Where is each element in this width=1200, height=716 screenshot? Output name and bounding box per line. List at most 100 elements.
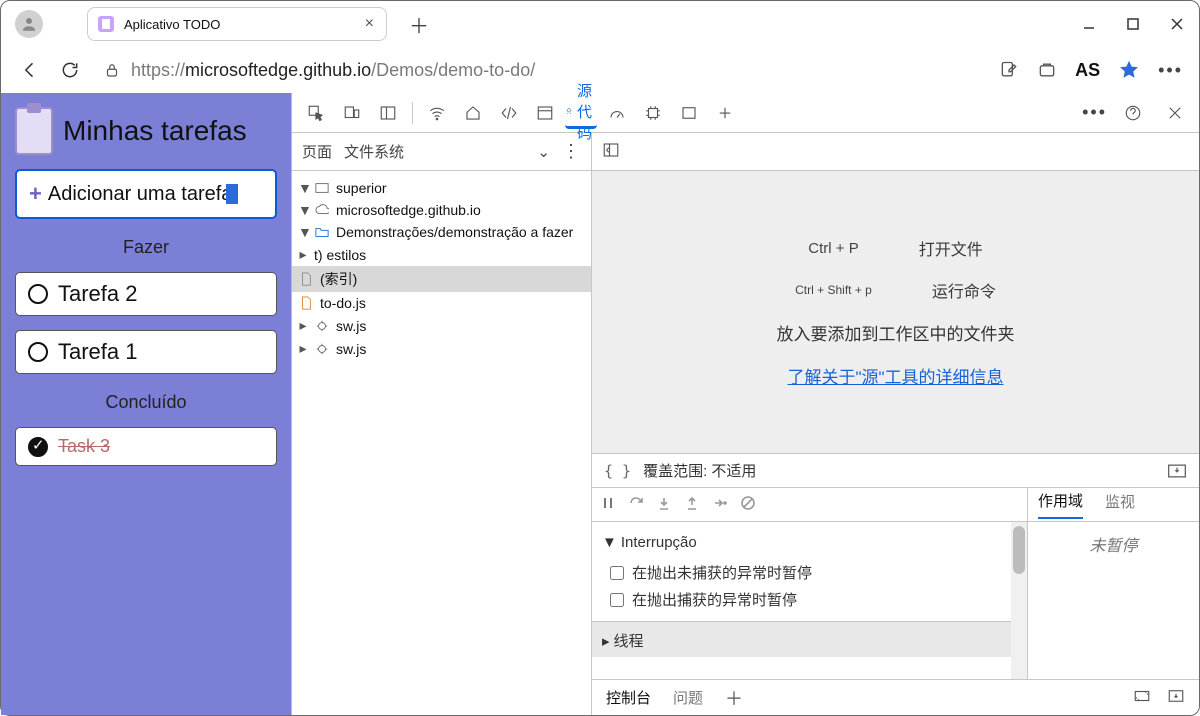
app-install-icon[interactable] <box>1037 60 1057 80</box>
editor-empty-state: Ctrl + P打开文件 Ctrl + Shift + p运行命令 放入要添加到… <box>592 171 1199 453</box>
tree-sw1[interactable]: ▸sw.js <box>292 314 591 337</box>
address-bar: https://microsoftedge.github.io/Demos/de… <box>1 47 1199 93</box>
profile-avatar[interactable] <box>15 10 43 38</box>
edit-page-icon[interactable] <box>999 60 1019 80</box>
devtools-menu-icon[interactable]: ••• <box>1082 102 1107 123</box>
drawer-expand-icon[interactable] <box>1133 687 1151 709</box>
task-checkbox[interactable] <box>28 342 48 362</box>
scope-tab[interactable]: 作用域 <box>1038 490 1083 519</box>
page-tab[interactable]: 页面 <box>302 141 332 162</box>
pretty-print-icon[interactable]: { } <box>604 462 631 480</box>
done-section-label: Concluído <box>15 392 277 413</box>
todo-section-label: Fazer <box>15 237 277 258</box>
minimize-button[interactable] <box>1081 16 1097 32</box>
toggle-navigator-icon[interactable] <box>602 141 620 162</box>
favorite-star-icon[interactable] <box>1118 59 1140 81</box>
add-task-input[interactable]: + Adicionar uma tarefa <box>15 169 277 219</box>
plus-icon: + <box>29 181 42 207</box>
download-icon[interactable] <box>1167 463 1187 479</box>
browser-menu-icon[interactable]: ••• <box>1158 60 1183 81</box>
performance-icon[interactable] <box>601 97 633 129</box>
tree-file-todojs[interactable]: to-do.js <box>292 292 591 314</box>
app-title: Minhas tarefas <box>63 115 247 147</box>
task-checkbox[interactable] <box>28 284 48 304</box>
add-tab-icon[interactable] <box>709 97 741 129</box>
console-drawer-tab[interactable]: 控制台 <box>606 687 651 708</box>
tab-close-icon[interactable]: × <box>365 15 374 33</box>
pause-uncaught-checkbox[interactable]: 在抛出未捕获的异常时暂停 <box>602 559 1017 586</box>
add-drawer-tab[interactable]: ＋ <box>725 685 743 711</box>
devtools-panel: 源代码 ••• 页面 文件系统 ⌄ ⋮ ▼superior <box>291 93 1199 715</box>
tree-file-index[interactable]: (索引) <box>292 266 591 292</box>
todo-app-panel: Minhas tarefas + Adicionar uma tarefa Fa… <box>1 93 291 715</box>
filesystem-tab[interactable]: 文件系统 <box>344 141 404 162</box>
back-button[interactable] <box>17 57 43 83</box>
editor-pane: Ctrl + P打开文件 Ctrl + Shift + p运行命令 放入要添加到… <box>592 133 1199 715</box>
url-display[interactable]: https://microsoftedge.github.io/Demos/de… <box>103 60 535 81</box>
drawer-dock-icon[interactable] <box>1167 687 1185 709</box>
network-conditions-icon[interactable] <box>421 97 453 129</box>
inspect-element-icon[interactable] <box>300 97 332 129</box>
help-icon[interactable] <box>1117 97 1149 129</box>
chevron-down-icon[interactable]: ⌄ <box>537 143 550 161</box>
application-icon[interactable] <box>529 97 561 129</box>
scrollbar[interactable] <box>1011 522 1027 679</box>
browser-tab[interactable]: Aplicativo TODO × <box>87 7 387 41</box>
tree-host[interactable]: ▼microsoftedge.github.io <box>292 199 591 221</box>
home-icon[interactable] <box>457 97 489 129</box>
run-command-shortcut: Ctrl + Shift + p <box>795 283 872 297</box>
task-checkbox-checked[interactable] <box>28 437 48 457</box>
tab-title: Aplicativo TODO <box>124 17 220 32</box>
navigator-menu-icon[interactable]: ⋮ <box>562 141 581 162</box>
open-file-shortcut: Ctrl + P <box>808 240 858 257</box>
task-text: Task 3 <box>58 436 110 457</box>
memory-icon[interactable] <box>637 97 669 129</box>
breakpoints-header[interactable]: ▼Interrupção <box>602 534 1017 551</box>
step-over-icon[interactable] <box>628 495 644 514</box>
add-task-label: Adicionar uma tarefa <box>48 183 233 206</box>
step-out-icon[interactable] <box>684 495 700 514</box>
watch-tab[interactable]: 监视 <box>1105 491 1135 518</box>
task-item-done[interactable]: Task 3 <box>15 427 277 466</box>
threads-header[interactable]: ▸线程 <box>592 621 1027 657</box>
close-window-button[interactable] <box>1169 16 1185 32</box>
panel-toggle-icon[interactable] <box>372 97 404 129</box>
new-tab-button[interactable]: ＋ <box>409 10 429 39</box>
tree-folder[interactable]: ▼Demonstrações/demonstração a fazer <box>292 221 591 243</box>
refresh-button[interactable] <box>57 57 83 83</box>
tree-sw2[interactable]: ▸sw.js <box>292 337 591 360</box>
task-text: Tarefa 2 <box>58 281 138 307</box>
lock-icon <box>103 61 121 79</box>
scope-tabs: 作用域 监视 <box>1028 488 1199 522</box>
close-devtools-icon[interactable] <box>1159 97 1191 129</box>
tree-styles[interactable]: ▸t) estilos <box>292 243 591 266</box>
tree-root[interactable]: ▼superior <box>292 177 591 199</box>
coverage-bar: { } 覆盖范围: 不适用 <box>592 453 1199 487</box>
debug-controls <box>592 488 1027 522</box>
task-text: Tarefa 1 <box>58 339 138 365</box>
text-cursor <box>226 184 238 204</box>
maximize-button[interactable] <box>1125 16 1141 32</box>
scope-pane: 作用域 监视 未暂停 <box>1028 488 1199 679</box>
breakpoints-pane: ▼Interrupção 在抛出未捕获的异常时暂停 在抛出捕获的异常时暂停 ▸线… <box>592 488 1028 679</box>
app-header: Minhas tarefas <box>15 107 277 155</box>
open-file-label: 打开文件 <box>919 236 983 260</box>
pause-caught-checkbox[interactable]: 在抛出捕获的异常时暂停 <box>602 586 1017 613</box>
sources-tab[interactable]: 源代码 <box>565 97 597 129</box>
pause-button[interactable] <box>600 495 616 514</box>
deactivate-breakpoints-icon[interactable] <box>740 495 756 514</box>
learn-more-link[interactable]: 了解关于"源"工具的详细信息 <box>787 363 1003 388</box>
devtools-toolbar: 源代码 ••• <box>292 93 1199 133</box>
more-tabs-icon[interactable] <box>673 97 705 129</box>
file-tree: ▼superior ▼microsoftedge.github.io ▼Demo… <box>292 171 591 715</box>
file-navigator-tabs: 页面 文件系统 ⌄ ⋮ <box>292 133 591 171</box>
tab-favicon <box>98 16 114 32</box>
step-into-icon[interactable] <box>656 495 672 514</box>
elements-icon[interactable] <box>493 97 525 129</box>
step-icon[interactable] <box>712 495 728 514</box>
task-item[interactable]: Tarefa 1 <box>15 330 277 374</box>
device-toggle-icon[interactable] <box>336 97 368 129</box>
issues-drawer-tab[interactable]: 问题 <box>673 687 703 708</box>
task-item[interactable]: Tarefa 2 <box>15 272 277 316</box>
profile-initials[interactable]: AS <box>1075 60 1100 81</box>
